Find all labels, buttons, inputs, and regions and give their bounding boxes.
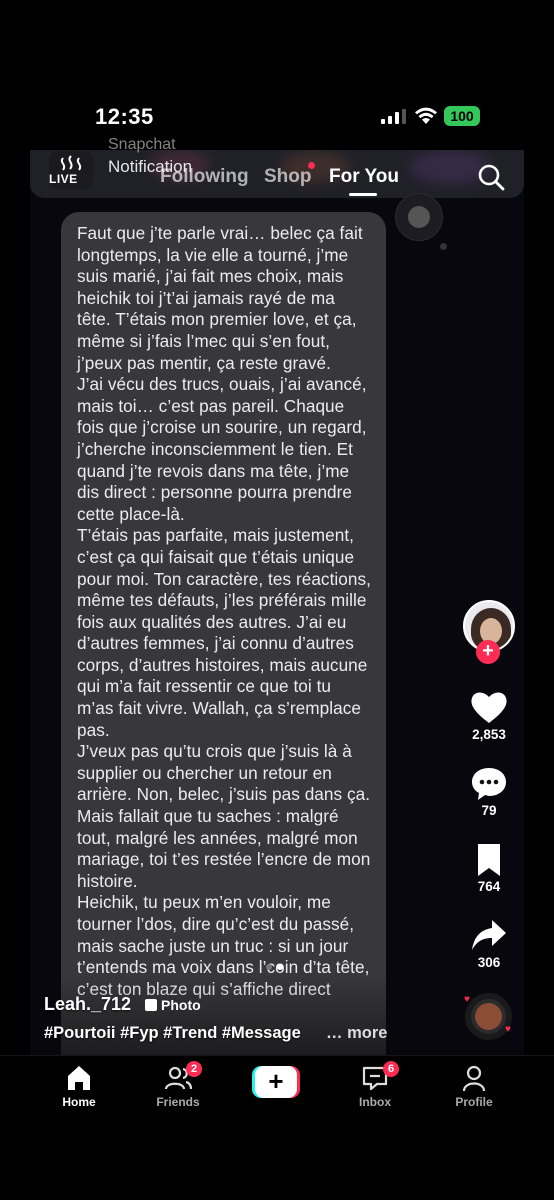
nav-inbox-label: Inbox (359, 1095, 391, 1109)
floating-bubble[interactable] (395, 193, 443, 241)
nav-home[interactable]: Home (39, 1063, 119, 1109)
page-dot-active (277, 964, 283, 970)
music-note-icon: ♥ (505, 1024, 511, 1035)
live-label: LIVE (49, 172, 78, 186)
comment-icon[interactable] (470, 767, 508, 801)
text-fade-overlay (61, 975, 386, 1065)
create-icon: + (255, 1066, 297, 1098)
comment-count: 79 (481, 803, 497, 818)
wifi-icon (415, 107, 437, 124)
profile-icon (462, 1065, 486, 1092)
status-time: 12:35 (95, 104, 154, 129)
photo-icon (145, 999, 157, 1011)
creator-username[interactable]: Leah._712 (44, 994, 131, 1015)
notification-app-name: Snapchat (108, 136, 176, 153)
search-icon[interactable] (477, 163, 505, 191)
post-text: Faut que j’te parle vrai… belec ça fait … (77, 223, 371, 999)
like-count: 2,853 (472, 727, 506, 742)
heart-icon[interactable] (470, 690, 508, 724)
active-tab-indicator (349, 193, 377, 196)
status-bar: 12:35 100 (0, 0, 554, 150)
shop-notification-dot (308, 162, 315, 169)
music-note-icon: ♥ (464, 994, 470, 1005)
caption-hashtags[interactable]: #Pourtoii #Fyp #Trend #Message (44, 1024, 301, 1043)
home-icon (68, 1066, 90, 1090)
tab-for-you[interactable]: For You (329, 166, 399, 188)
caption-more-link[interactable]: … more (326, 1024, 387, 1043)
photo-badge-label: Photo (161, 997, 201, 1013)
tab-shop[interactable]: Shop (264, 166, 312, 188)
photo-badge: Photo (145, 997, 201, 1013)
share-count: 306 (477, 955, 501, 970)
battery-indicator: 100 (444, 106, 480, 126)
friends-badge: 2 (186, 1061, 202, 1077)
share-icon[interactable] (470, 918, 508, 952)
nav-profile[interactable]: Profile (434, 1063, 514, 1109)
nav-profile-label: Profile (455, 1095, 493, 1109)
follow-button[interactable]: + (476, 640, 500, 664)
carousel-page-dots (266, 957, 288, 975)
inbox-badge: 6 (383, 1061, 399, 1077)
create-button[interactable]: + (252, 1066, 300, 1098)
photo-text-card[interactable]: Faut que j’te parle vrai… belec ça fait … (61, 212, 386, 1072)
decor-dot (440, 243, 447, 250)
bookmark-icon[interactable] (470, 843, 508, 877)
nav-friends-label: Friends (156, 1095, 200, 1109)
nav-friends[interactable]: Friends (138, 1063, 218, 1109)
cellular-signal-icon (381, 109, 406, 124)
save-count: 764 (477, 879, 501, 894)
nav-home-label: Home (62, 1095, 96, 1109)
page-dot (266, 964, 272, 970)
tab-following[interactable]: Following (160, 166, 249, 188)
nav-inbox[interactable]: Inbox (335, 1063, 415, 1109)
